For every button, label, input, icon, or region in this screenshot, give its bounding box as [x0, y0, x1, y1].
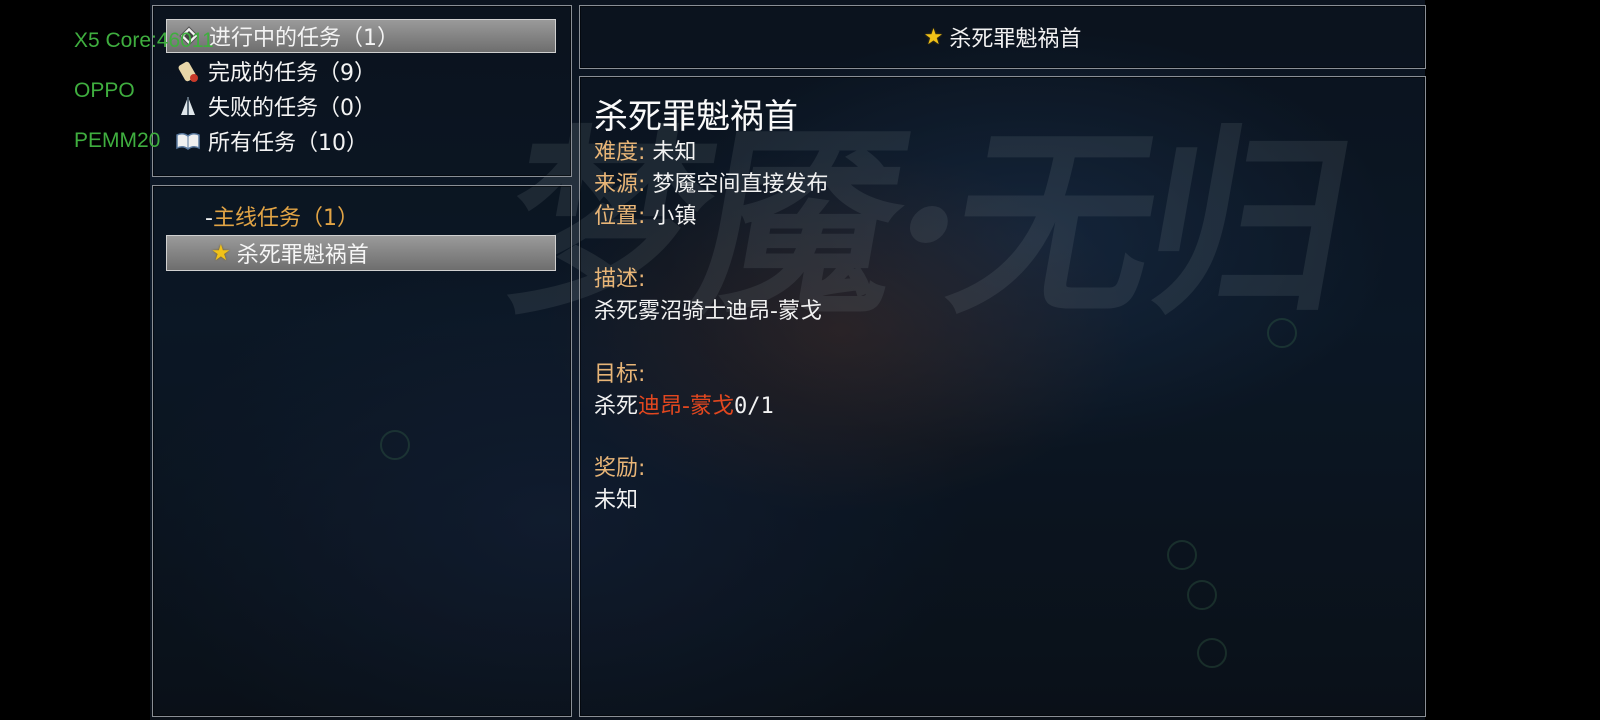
objective-prefix: 杀死 [594, 394, 639, 419]
source-row: 来源: 梦魇空间直接发布 [594, 166, 828, 198]
location-row: 位置: 小镇 [594, 198, 696, 230]
debug-device-brand: OPPO [74, 79, 135, 102]
objective-row: 杀死迪昂-蒙戈0/1 [594, 388, 774, 420]
reward-label: 奖励: [594, 456, 646, 481]
scroll-icon [174, 57, 202, 85]
objective-label: 目标: [594, 362, 646, 387]
category-label: 进行中的任务（1） [209, 26, 399, 51]
quest-list-panel: -主线任务（1） ★ 杀死罪魁祸首 [152, 185, 572, 717]
group-collapse-dash: - [205, 206, 213, 231]
star-icon: ★ [211, 240, 231, 266]
category-all[interactable]: 所有任务（10） [166, 124, 556, 158]
quest-category-panel: 进行中的任务（1） 完成的任务（9） 失败的任务（0） 所有任务（10） [152, 5, 572, 177]
group-label: 主线任务（1） [212, 206, 359, 231]
category-in-progress[interactable]: 进行中的任务（1） [166, 19, 556, 53]
objective-target: 迪昂-蒙戈 [638, 394, 734, 419]
description-label: 描述: [594, 267, 646, 292]
difficulty-row: 难度: 未知 [594, 134, 696, 166]
debug-device-model: PEMM20 [74, 129, 161, 152]
description-value: 杀死雾沼骑士迪昂-蒙戈 [594, 299, 822, 324]
book-icon [174, 127, 202, 155]
category-label: 失败的任务（0） [208, 96, 376, 121]
category-completed[interactable]: 完成的任务（9） [166, 54, 556, 88]
category-failed[interactable]: 失败的任务（0） [166, 89, 556, 123]
location-label: 位置: [594, 204, 646, 229]
quest-header-title: 杀死罪魁祸首 [949, 27, 1082, 52]
quest-item-label: 杀死罪魁祸首 [236, 243, 369, 268]
category-label: 所有任务（10） [208, 131, 368, 156]
quest-name: 杀死罪魁祸首 [594, 97, 798, 137]
difficulty-label: 难度: [594, 140, 646, 165]
source-label: 来源: [594, 172, 646, 197]
quest-title-bar: ★ 杀死罪魁祸首 [580, 6, 1425, 68]
quest-group-header[interactable]: -主线任务（1） [205, 200, 359, 232]
difficulty-value: 未知 [652, 140, 697, 165]
broken-sail-icon [174, 92, 202, 120]
quest-detail-panel: 杀死罪魁祸首 难度: 未知 来源: 梦魇空间直接发布 位置: 小镇 描述: 杀死… [579, 76, 1426, 717]
star-icon: ★ [923, 24, 944, 50]
quest-list-item[interactable]: ★ 杀死罪魁祸首 [166, 235, 556, 271]
source-value: 梦魇空间直接发布 [652, 172, 829, 197]
location-value: 小镇 [652, 204, 697, 229]
reward-value: 未知 [594, 488, 639, 513]
category-label: 完成的任务（9） [208, 61, 376, 86]
objective-progress: 0/1 [733, 394, 774, 419]
quest-title-panel: ★ 杀死罪魁祸首 [579, 5, 1426, 69]
debug-core-version: X5 Core:46011 [74, 29, 214, 52]
